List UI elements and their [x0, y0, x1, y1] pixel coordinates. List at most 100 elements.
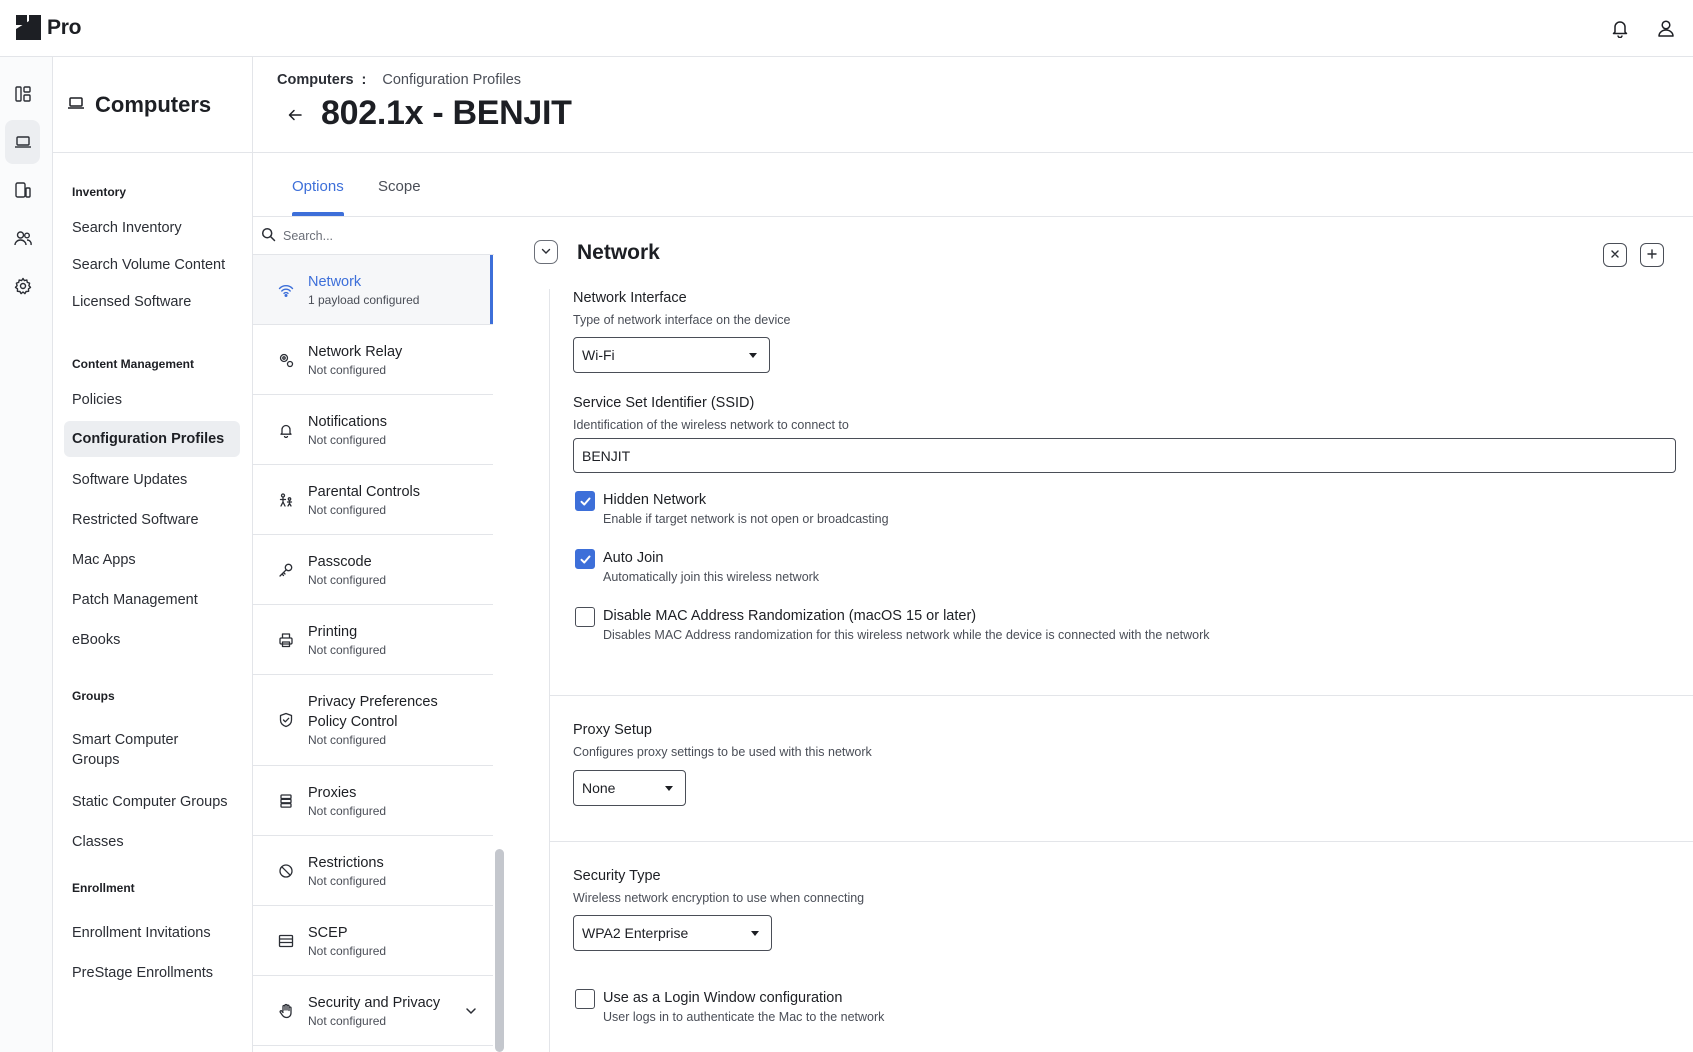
- tab-scope[interactable]: Scope: [378, 178, 421, 195]
- section-groups: Groups: [72, 689, 115, 703]
- payload-status: Not configured: [308, 804, 387, 818]
- breadcrumb-separator: :: [361, 72, 367, 88]
- payload-status: Not configured: [308, 503, 387, 517]
- nav-restricted-software[interactable]: Restricted Software: [64, 502, 240, 538]
- nav-software-updates[interactable]: Software Updates: [64, 462, 240, 498]
- section-enrollment: Enrollment: [72, 881, 135, 895]
- nav-mac-apps[interactable]: Mac Apps: [64, 542, 240, 578]
- payload-notifications[interactable]: Notifications Not configured: [253, 395, 493, 465]
- payload-passcode[interactable]: Passcode Not configured: [253, 535, 493, 605]
- payload-search: [253, 217, 505, 255]
- payload-status: Not configured: [308, 733, 387, 747]
- nav-ebooks[interactable]: eBooks: [64, 622, 240, 658]
- nav-prestage-enrollments[interactable]: PreStage Enrollments: [64, 955, 240, 991]
- user-icon[interactable]: [1654, 16, 1678, 40]
- active-tab-indicator: [292, 212, 344, 216]
- payload-name: Network Relay: [308, 344, 403, 360]
- payload-status: Not configured: [308, 363, 387, 377]
- ssid-description: Identification of the wireless network t…: [573, 418, 849, 432]
- payload-name: Notifications: [308, 414, 387, 430]
- collapse-button[interactable]: [534, 240, 558, 264]
- security-type-label: Security Type: [573, 868, 661, 884]
- payload-restrictions[interactable]: Restrictions Not configured: [253, 836, 493, 906]
- nav-configuration-profiles[interactable]: Configuration Profiles: [64, 421, 240, 457]
- hidden-network-checkbox[interactable]: [575, 491, 595, 511]
- network-interface-select[interactable]: Wi-Fi: [573, 337, 770, 373]
- select-value: None: [582, 780, 616, 796]
- network-interface-label: Network Interface: [573, 290, 687, 306]
- add-payload-button[interactable]: [1640, 243, 1664, 267]
- key-icon: [277, 561, 295, 579]
- select-value: Wi-Fi: [582, 347, 615, 363]
- tab-options[interactable]: Options: [292, 178, 344, 195]
- login-window-checkbox[interactable]: [575, 989, 595, 1009]
- nav-search-inventory[interactable]: Search Inventory: [64, 210, 240, 246]
- payload-status: Not configured: [308, 433, 387, 447]
- breadcrumb-root[interactable]: Computers: [277, 72, 354, 88]
- auto-join-checkbox[interactable]: [575, 549, 595, 569]
- nav-smart-computer-groups[interactable]: Smart Computer Groups: [64, 722, 204, 778]
- payload-status: Not configured: [308, 1014, 387, 1028]
- subnav-header: Computers: [53, 57, 252, 153]
- search-icon: [261, 227, 276, 245]
- nav-policies[interactable]: Policies: [64, 382, 240, 418]
- hidden-network-description: Enable if target network is not open or …: [603, 512, 889, 526]
- network-payload-panel: Network Network Interface Type of networ…: [507, 217, 1693, 1052]
- payload-name: Network: [308, 274, 362, 290]
- payload-search-input[interactable]: [283, 228, 483, 243]
- proxy-setup-select[interactable]: None: [573, 770, 686, 806]
- payload-name: Parental Controls: [308, 484, 421, 500]
- remove-payload-button[interactable]: [1603, 243, 1627, 267]
- chevron-down-icon[interactable]: [463, 1003, 479, 1019]
- nav-classes[interactable]: Classes: [64, 824, 240, 860]
- payload-parental-controls[interactable]: Parental Controls Not configured: [253, 465, 493, 535]
- payload-scrollbar-thumb[interactable]: [495, 849, 504, 1052]
- gear-icon[interactable]: [5, 264, 40, 308]
- relay-icon: [277, 351, 295, 369]
- payload-name: Restrictions: [308, 855, 384, 871]
- payload-printing[interactable]: Printing Not configured: [253, 605, 493, 675]
- bell-icon[interactable]: [1608, 16, 1632, 40]
- login-window-label: Use as a Login Window configuration: [603, 990, 843, 1006]
- security-type-description: Wireless network encryption to use when …: [573, 891, 865, 905]
- devices-icon[interactable]: [5, 168, 40, 212]
- payload-network[interactable]: Network 1 payload configured: [253, 255, 493, 325]
- payload-proxies[interactable]: Proxies Not configured: [253, 766, 493, 836]
- security-type-select[interactable]: WPA2 Enterprise: [573, 915, 772, 951]
- laptop-icon: [67, 94, 85, 115]
- section-guide-line: [549, 289, 550, 1052]
- shield-icon: [277, 711, 295, 729]
- payload-panel: Network 1 payload configured Network Rel…: [253, 217, 506, 1052]
- ssid-input[interactable]: [573, 438, 1676, 473]
- nav-licensed-software[interactable]: Licensed Software: [64, 284, 240, 320]
- ssid-label: Service Set Identifier (SSID): [573, 395, 755, 411]
- printer-icon: [277, 631, 295, 649]
- payload-network-relay[interactable]: Network Relay Not configured: [253, 325, 493, 395]
- payload-status: Not configured: [308, 643, 387, 657]
- nav-patch-management[interactable]: Patch Management: [64, 582, 240, 618]
- wifi-icon: [277, 281, 295, 299]
- payload-status: 1 payload configured: [308, 293, 420, 307]
- nav-enrollment-invitations[interactable]: Enrollment Invitations: [64, 915, 240, 951]
- payload-privacy-preferences[interactable]: Privacy Preferences Policy Control Not c…: [253, 675, 493, 766]
- proxy-setup-label: Proxy Setup: [573, 722, 652, 738]
- dashboard-icon[interactable]: [5, 72, 40, 116]
- mac-randomization-description: Disables MAC Address randomization for t…: [603, 628, 1210, 642]
- section-divider: [549, 695, 1693, 696]
- payload-list: Network 1 payload configured Network Rel…: [253, 255, 493, 1046]
- app-logo[interactable]: Pro: [16, 15, 81, 40]
- laptop-icon[interactable]: [5, 120, 40, 164]
- payload-status: Not configured: [308, 573, 387, 587]
- payload-scep[interactable]: SCEP Not configured: [253, 906, 493, 976]
- breadcrumb-current: Configuration Profiles: [382, 72, 522, 88]
- select-value: WPA2 Enterprise: [582, 925, 689, 941]
- server-icon: [277, 792, 295, 810]
- users-icon[interactable]: [5, 216, 40, 260]
- nav-static-computer-groups[interactable]: Static Computer Groups: [64, 784, 240, 820]
- back-arrow-icon[interactable]: [283, 103, 307, 127]
- disable-mac-randomization-checkbox[interactable]: [575, 607, 595, 627]
- section-title: Network: [577, 241, 660, 264]
- payload-security-privacy[interactable]: Security and Privacy Not configured: [253, 976, 493, 1046]
- nav-search-volume-content[interactable]: Search Volume Content: [64, 247, 240, 283]
- app-name: Pro: [47, 15, 82, 39]
